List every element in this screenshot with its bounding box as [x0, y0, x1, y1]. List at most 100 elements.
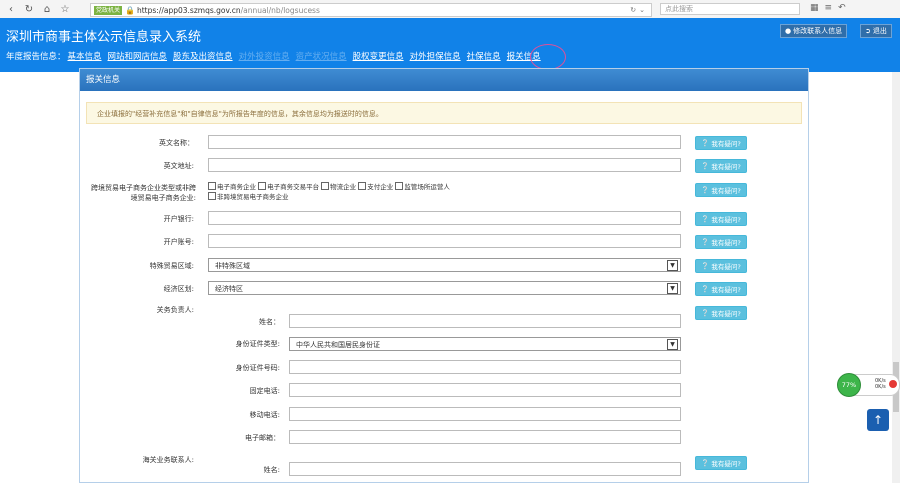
- email-label: 电子邮箱：: [245, 434, 280, 442]
- checkbox-supervision-operator[interactable]: 监管场所运营人: [395, 182, 450, 191]
- help-button[interactable]: ❔ 我有疑问?: [695, 183, 747, 197]
- help-button[interactable]: ❔ 我有疑问?: [695, 456, 747, 470]
- checkbox-box[interactable]: [208, 192, 216, 200]
- help-label: 我有疑问?: [711, 310, 741, 318]
- mobile-input[interactable]: [289, 407, 681, 421]
- chevron-down-icon: ▼: [667, 283, 678, 294]
- help-button[interactable]: ❔ 我有疑问?: [695, 136, 747, 150]
- account-label: 开户账号:: [163, 238, 194, 246]
- special-zone-select[interactable]: 非特殊区域 ▼: [208, 258, 681, 272]
- checkbox-non-cross-border[interactable]: 非跨境贸易电子商务企业: [208, 192, 289, 201]
- checkbox-ecommerce-platform[interactable]: 电子商务交易平台: [258, 182, 319, 191]
- id-number-input[interactable]: [289, 360, 681, 374]
- logout-label: 退出: [872, 27, 887, 35]
- accelerate-icon[interactable]: [889, 380, 897, 388]
- url-text: https://app03.szmqs.gov.cn/annual/nb/log…: [137, 6, 320, 15]
- special-zone-value: 非特殊区域: [215, 262, 250, 270]
- help-button[interactable]: ❔ 我有疑问?: [695, 159, 747, 173]
- refresh-icon[interactable]: ↻: [630, 6, 636, 14]
- help-button[interactable]: ❔ 我有疑问?: [695, 259, 747, 273]
- speed-percent: 77%: [837, 373, 861, 397]
- help-button[interactable]: ❔ 我有疑问?: [695, 306, 747, 320]
- landline-label: 固定电话:: [249, 387, 280, 395]
- ecommerce-type-options: 电子商务企业 电子商务交易平台 物流企业 支付企业 监管场所运营人 非跨境贸易电…: [208, 182, 538, 202]
- panel-title: 报关信息: [80, 69, 808, 91]
- email-input[interactable]: [289, 430, 681, 444]
- help-button[interactable]: ❔ 我有疑问?: [695, 235, 747, 249]
- search-input[interactable]: 点此搜索: [660, 3, 800, 15]
- option-label: 监管场所运营人: [404, 183, 450, 191]
- reload-icon[interactable]: ↻: [22, 2, 36, 16]
- id-type-label: 身份证件类型:: [235, 340, 280, 348]
- option-label: 物流企业: [330, 183, 357, 191]
- bank-input[interactable]: [208, 211, 681, 225]
- checkbox-box[interactable]: [321, 182, 330, 190]
- undo-icon[interactable]: ↶: [838, 3, 846, 13]
- english-name-label: 英文名称：: [159, 139, 194, 147]
- url-main: https://app03.szmqs.gov.cn: [136, 5, 241, 15]
- home-icon[interactable]: ⌂: [40, 2, 54, 16]
- bank-label: 开户银行:: [163, 215, 194, 223]
- english-address-input[interactable]: [208, 158, 681, 172]
- id-type-select[interactable]: 中华人民共和国居民身份证 ▼: [289, 337, 681, 351]
- nav-investment-info[interactable]: 对外投资信息: [239, 50, 290, 62]
- browser-toolbar: ‹ ↻ ⌂ ☆ 党政机关 🔒 https://app03.szmqs.gov.c…: [0, 0, 900, 19]
- help-label: 我有疑问?: [711, 460, 741, 468]
- customs-info-panel: 报关信息 企业填报的"经营补充信息"和"自律信息"为所报告年度的信息，其余信息均…: [79, 68, 809, 483]
- checkbox-box[interactable]: [258, 182, 267, 190]
- help-label: 我有疑问?: [711, 187, 741, 195]
- english-name-input[interactable]: [208, 135, 681, 149]
- customs-officer-label: 关务负责人:: [156, 306, 194, 314]
- officer-name-input[interactable]: [289, 314, 681, 328]
- checkbox-box[interactable]: [395, 182, 404, 190]
- checkbox-box[interactable]: [208, 182, 216, 190]
- speed-down: 0K/s: [875, 384, 886, 390]
- question-icon: ❔: [701, 309, 710, 317]
- dropdown-icon[interactable]: ⌄: [639, 6, 645, 14]
- nav-shareholder-info[interactable]: 股东及出资信息: [173, 50, 233, 62]
- arrow-up-icon: ↑: [872, 413, 884, 427]
- edit-contact-button[interactable]: ● 修改联系人信息: [780, 24, 848, 38]
- nav-guarantee-info[interactable]: 对外担保信息: [410, 50, 461, 62]
- search-placeholder: 点此搜索: [665, 5, 693, 13]
- chevron-down-icon: ▼: [667, 260, 678, 271]
- special-zone-label: 特殊贸易区域:: [149, 262, 194, 270]
- network-speed-widget[interactable]: 77% 0K/s 0K/s: [837, 373, 900, 397]
- help-button[interactable]: ❔ 我有疑问?: [695, 282, 747, 296]
- nav-equity-change-info[interactable]: 股权变更信息: [353, 50, 404, 62]
- help-button[interactable]: ❔ 我有疑问?: [695, 212, 747, 226]
- nav-asset-info[interactable]: 资产状况信息: [296, 50, 347, 62]
- apps-icon[interactable]: ▦: [810, 3, 819, 13]
- officer-name-label: 姓名：: [259, 318, 280, 326]
- option-label: 电子商务企业: [217, 183, 256, 191]
- checkbox-ecommerce-enterprise[interactable]: 电子商务企业: [208, 182, 256, 191]
- notice-box: 企业填报的"经营补充信息"和"自律信息"为所报告年度的信息，其余信息均为报送时的…: [86, 102, 802, 124]
- landline-input[interactable]: [289, 383, 681, 397]
- help-label: 我有疑问?: [711, 216, 741, 224]
- nav-website-info[interactable]: 网站和网店信息: [108, 50, 168, 62]
- lock-icon: 🔒: [125, 5, 135, 15]
- checkbox-logistics[interactable]: 物流企业: [321, 182, 357, 191]
- economic-zone-value: 经济特区: [215, 285, 243, 293]
- address-bar[interactable]: 党政机关 🔒 https://app03.szmqs.gov.cn/annual…: [90, 3, 652, 17]
- back-to-top-button[interactable]: ↑: [867, 409, 889, 431]
- question-icon: ❔: [701, 459, 710, 467]
- ecommerce-type-label: 跨境贸易电子商务企业类型或非跨境贸易电子商务企业:: [91, 184, 196, 202]
- id-type-value: 中华人民共和国居民身份证: [296, 341, 380, 349]
- contact-name-input[interactable]: [289, 462, 681, 476]
- page-scrollbar[interactable]: [892, 72, 900, 483]
- menu-icon[interactable]: ≡: [825, 3, 833, 13]
- checkbox-payment[interactable]: 支付企业: [358, 182, 393, 191]
- nav-basic-info[interactable]: 基本信息: [68, 50, 102, 62]
- account-input[interactable]: [208, 234, 681, 248]
- economic-zone-select[interactable]: 经济特区 ▼: [208, 281, 681, 295]
- question-icon: ❔: [701, 215, 710, 223]
- nav-social-security-info[interactable]: 社保信息: [467, 50, 501, 62]
- user-icon: ●: [785, 27, 792, 35]
- logout-button[interactable]: ➲ 退出: [860, 24, 892, 38]
- back-icon[interactable]: ‹: [4, 2, 18, 16]
- checkbox-box[interactable]: [358, 182, 367, 190]
- star-icon[interactable]: ☆: [58, 2, 72, 16]
- question-icon: ❔: [701, 285, 710, 293]
- contact-name-label: 姓名:: [263, 466, 280, 474]
